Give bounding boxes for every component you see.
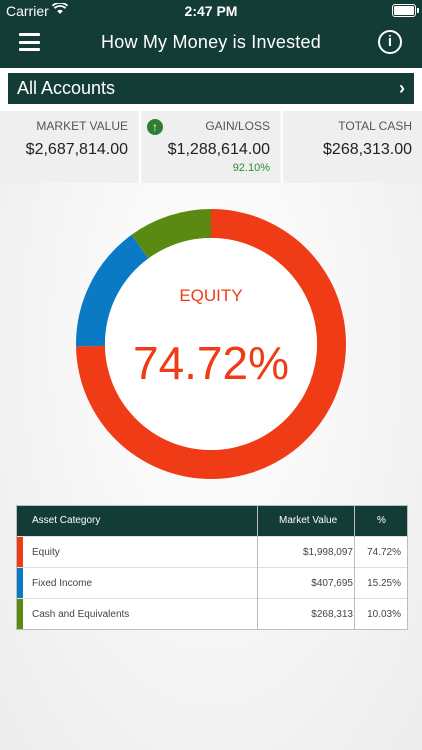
row-color-bar [17,537,23,567]
row-color-bar [17,599,23,629]
gain-loss-title: GAIN/LOSS [205,119,270,133]
chevron-right-icon: › [399,78,405,98]
nav-bar: How My Money is Invested i [0,22,422,64]
row-market-value: $1,998,097 [302,547,353,558]
total-cash-card: TOTAL CASH $268,313.00 [283,111,422,183]
total-cash-title: TOTAL CASH [338,119,412,133]
status-bar: Carrier 2:47 PM [0,0,422,22]
table-header: Asset Category Market Value % [17,506,407,536]
row-percent: 15.25% [367,578,401,589]
market-value-card: MARKET VALUE $2,687,814.00 [0,111,138,183]
account-selector[interactable]: All Accounts › [8,73,414,104]
account-selector-label: All Accounts [17,78,116,98]
market-value-title: MARKET VALUE [36,119,128,133]
arrow-up-icon: ↑ [147,119,163,135]
allocation-table: Asset Category Market Value % Equity $1,… [16,505,408,630]
status-time: 2:47 PM [184,3,238,19]
top-bar: Carrier 2:47 PM How My Money is Invested… [0,0,422,68]
header-market-value: Market Value [279,515,338,526]
table-row[interactable]: Fixed Income $407,695 15.25% [17,567,407,598]
column-divider [257,506,258,629]
column-divider [354,506,355,629]
row-category: Equity [32,547,60,558]
battery-icon [392,4,419,17]
donut-center-category: EQUITY [179,286,243,305]
row-market-value: $268,313 [311,609,353,620]
table-row[interactable]: Cash and Equivalents $268,313 10.03% [17,598,407,629]
gain-loss-amount: $1,288,614.00 [167,141,270,158]
stats-panel: MARKET VALUE $2,687,814.00 ↑ GAIN/LOSS $… [0,111,422,183]
total-cash-amount: $268,313.00 [323,141,412,158]
allocation-chart-area: EQUITY 74.72% Asset Category Market Valu… [0,183,422,750]
row-percent: 74.72% [367,547,401,558]
header-asset-category: Asset Category [32,515,101,526]
table-row[interactable]: Equity $1,998,097 74.72% [17,536,407,567]
donut-center-percent: 74.72% [132,337,289,389]
market-value-amount: $2,687,814.00 [25,141,128,158]
page-title: How My Money is Invested [101,32,321,52]
row-color-bar [17,568,23,598]
row-percent: 10.03% [367,609,401,620]
info-icon[interactable]: i [378,30,402,54]
header-percent: % [377,515,386,526]
gain-loss-percent: 92.10% [232,162,270,174]
row-category: Fixed Income [32,578,93,589]
row-market-value: $407,695 [311,578,353,589]
row-category: Cash and Equivalents [32,609,130,620]
gain-loss-card: ↑ GAIN/LOSS $1,288,614.00 92.10% [141,111,280,183]
